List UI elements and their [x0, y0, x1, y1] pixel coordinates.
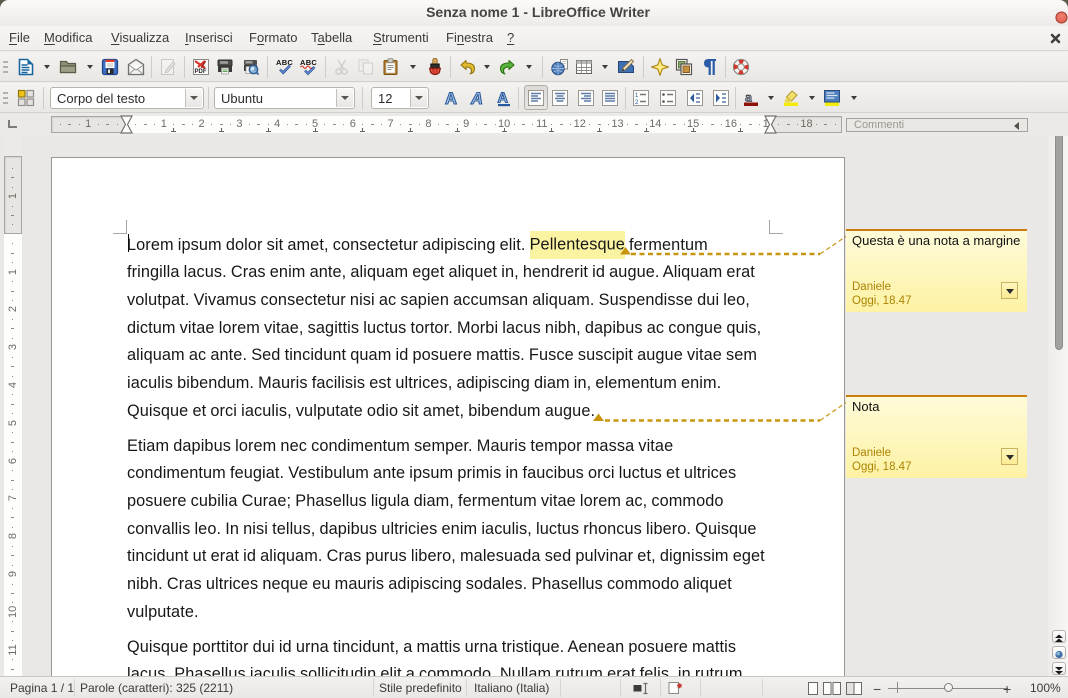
svg-text:A: A	[470, 90, 483, 107]
svg-text:A: A	[445, 90, 457, 107]
svg-text:PDF: PDF	[195, 69, 207, 75]
svg-text:ABC: ABC	[276, 58, 293, 67]
